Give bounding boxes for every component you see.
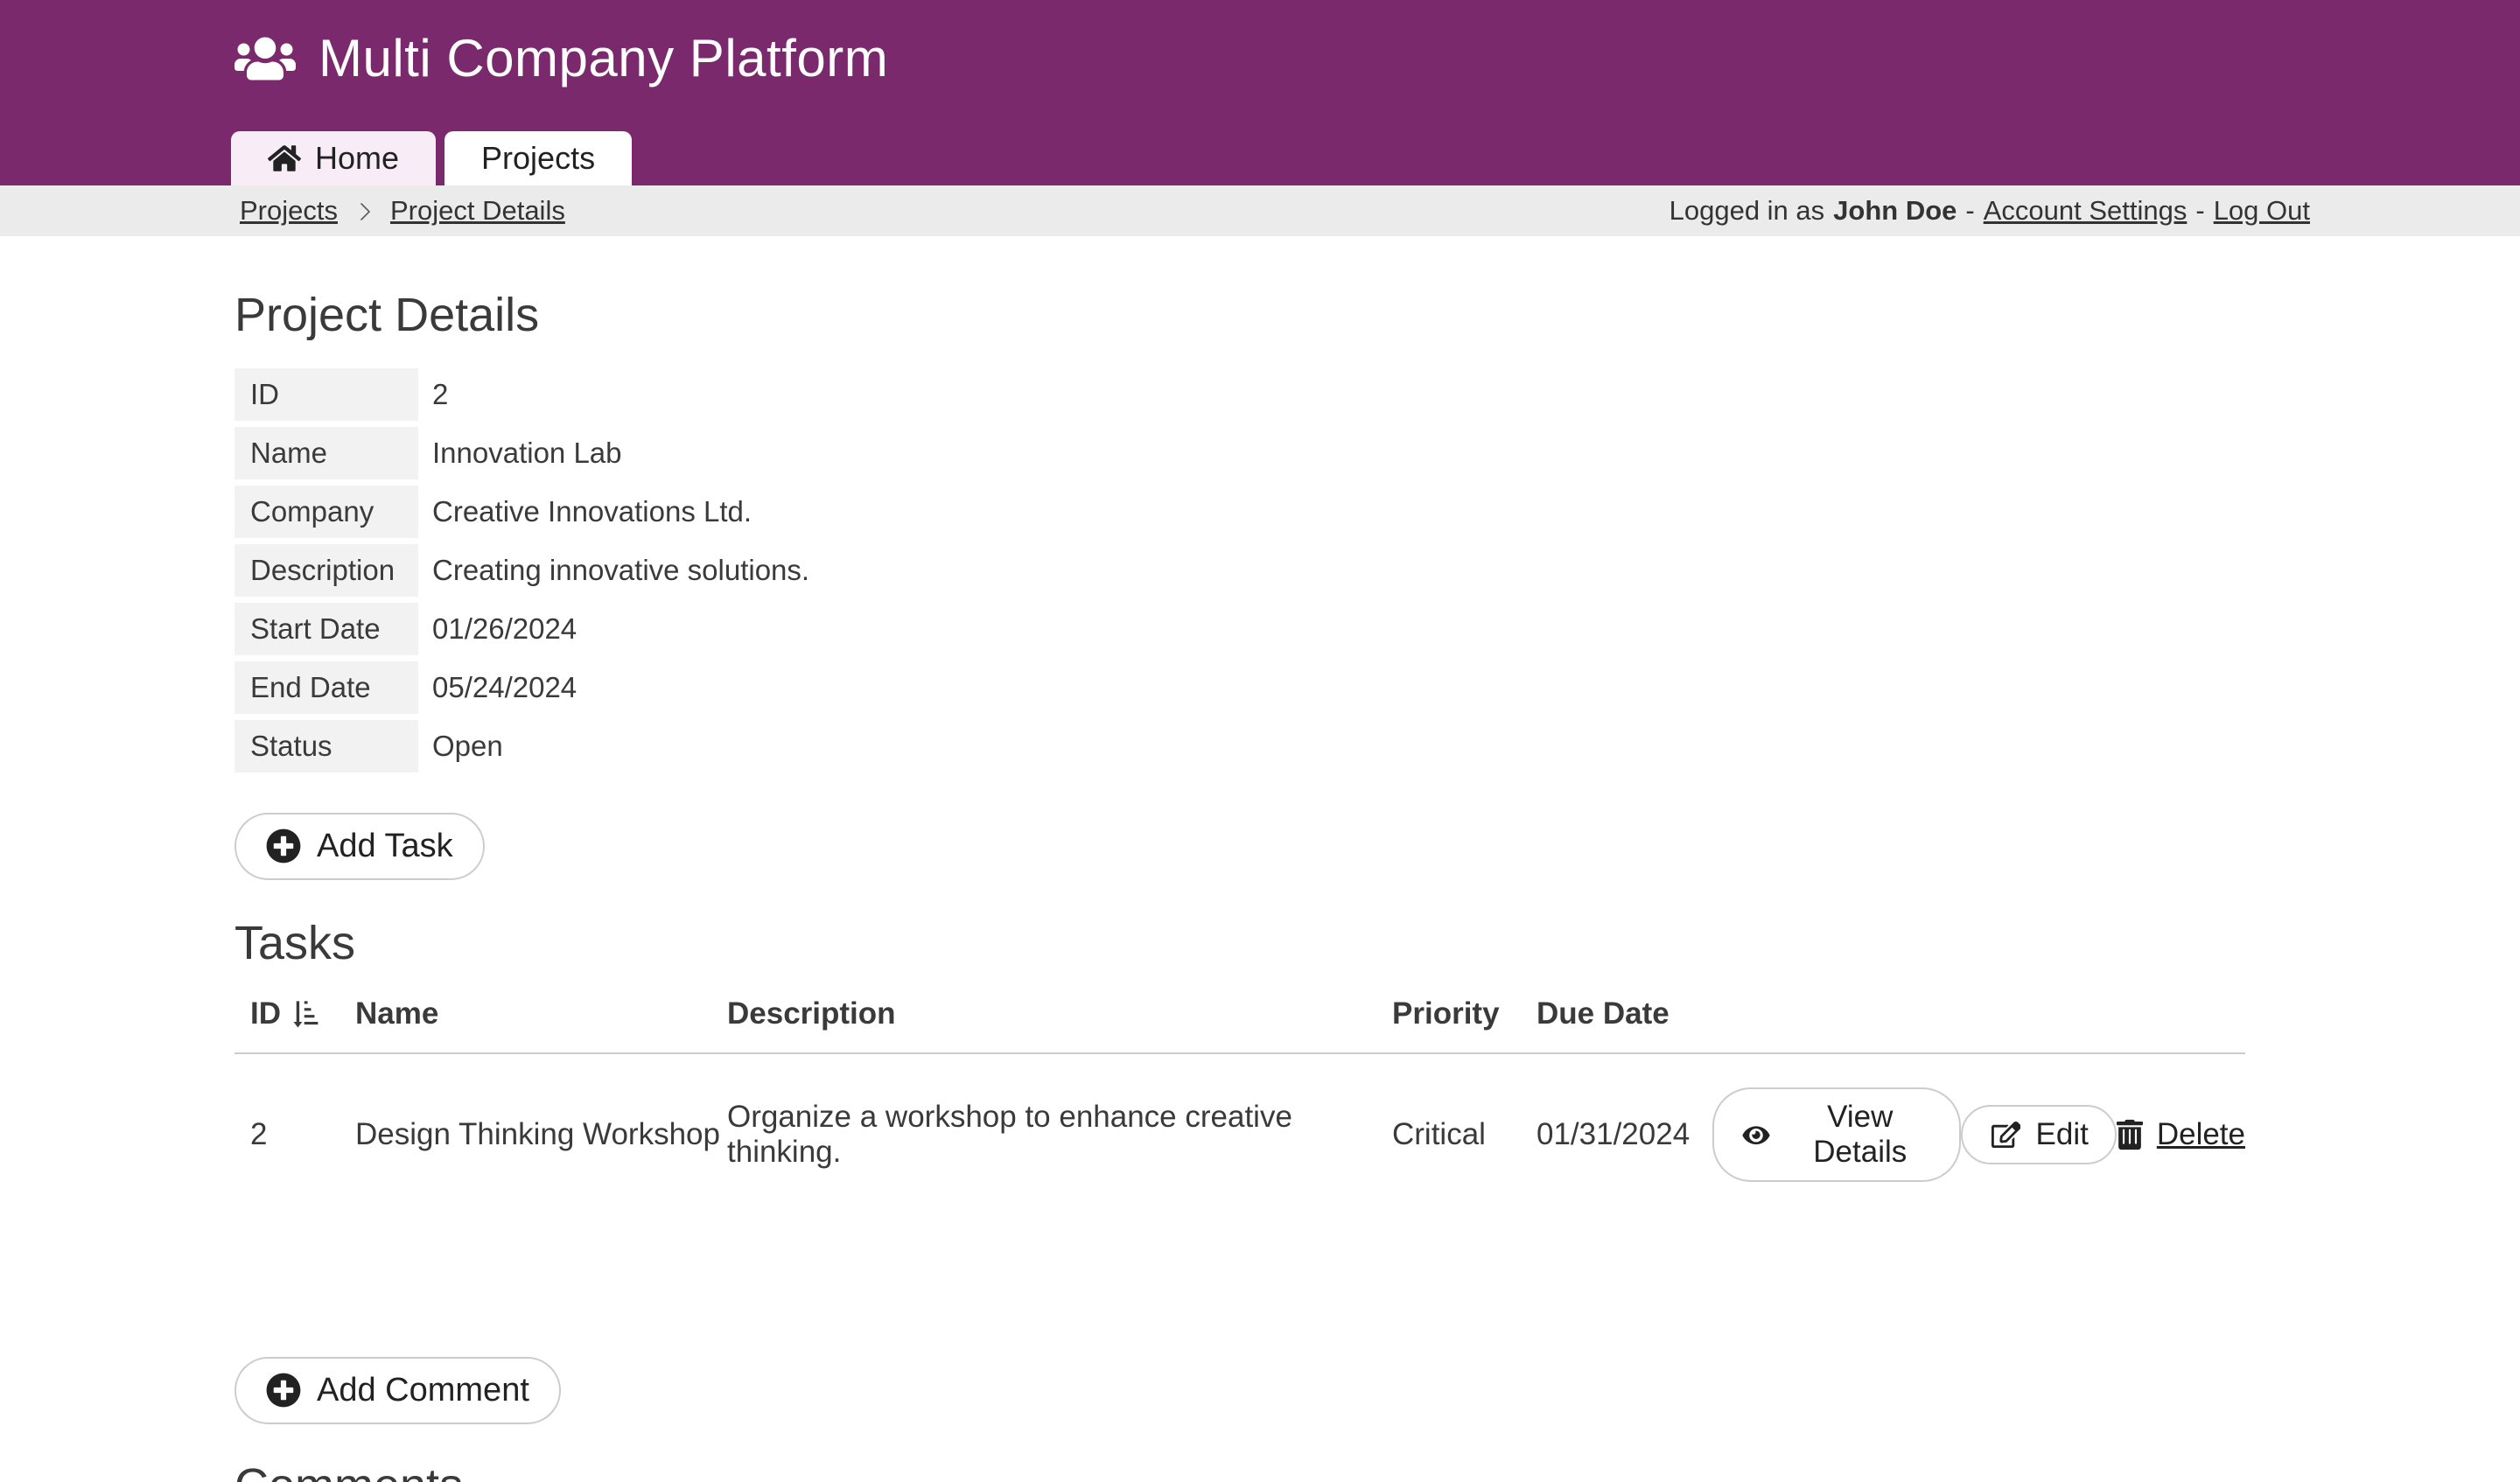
username: John Doe: [1833, 195, 1956, 227]
chevron-right-icon: [357, 199, 371, 222]
detail-value: Creative Innovations Ltd.: [418, 495, 752, 528]
tasks-table: ID Name Description Priority Due Date 2 …: [234, 984, 2245, 1219]
tab-projects-label: Projects: [481, 140, 595, 177]
task-description: Organize a workshop to enhance creative …: [727, 1100, 1392, 1170]
edit-icon: [1989, 1122, 2020, 1148]
detail-row-description: Description Creating innovative solution…: [234, 544, 2520, 597]
logged-in-prefix: Logged in as: [1670, 195, 1825, 227]
page-title: Project Details: [234, 287, 2520, 344]
main-content: Project Details ID 2 Name Innovation Lab…: [0, 236, 2520, 1482]
tasks-col-description: Description: [727, 996, 1392, 1031]
add-task-label: Add Task: [317, 828, 453, 865]
project-details-table: ID 2 Name Innovation Lab Company Creativ…: [234, 368, 2520, 772]
spacer: [234, 1219, 2520, 1357]
tasks-col-priority: Priority: [1392, 996, 1536, 1031]
detail-label: Start Date: [234, 603, 418, 655]
breadcrumb-link-projects[interactable]: Projects: [240, 195, 338, 227]
detail-label: Description: [234, 544, 418, 597]
delete-link[interactable]: Delete: [2117, 1117, 2245, 1152]
detail-value: Innovation Lab: [418, 437, 622, 470]
main-tabs: Home Projects: [231, 131, 632, 185]
delete-label: Delete: [2157, 1117, 2245, 1152]
users-icon: [234, 34, 296, 83]
add-comment-button[interactable]: Add Comment: [234, 1357, 561, 1424]
detail-value: 05/24/2024: [418, 671, 577, 704]
detail-label: Status: [234, 720, 418, 772]
detail-row-name: Name Innovation Lab: [234, 427, 2520, 479]
app-title-row: Multi Company Platform: [0, 0, 2520, 88]
app-title: Multi Company Platform: [318, 28, 888, 88]
sort-icon[interactable]: [291, 998, 321, 1030]
detail-label: Name: [234, 427, 418, 479]
edit-button[interactable]: Edit: [1961, 1105, 2117, 1164]
tasks-col-id: ID: [234, 996, 355, 1031]
breadcrumb: Projects Project Details: [240, 195, 565, 227]
breadcrumb-bar: Projects Project Details Logged in as Jo…: [0, 185, 2520, 236]
plus-circle-icon: [266, 828, 301, 863]
breadcrumb-link-project-details[interactable]: Project Details: [390, 195, 565, 227]
task-due-date: 01/31/2024: [1536, 1117, 1690, 1152]
tasks-heading: Tasks: [234, 915, 2520, 972]
view-details-label: View Details: [1788, 1100, 1933, 1170]
home-icon: [268, 143, 301, 173]
detail-row-status: Status Open: [234, 720, 2520, 772]
detail-row-id: ID 2: [234, 368, 2520, 421]
log-out-link[interactable]: Log Out: [2214, 195, 2310, 227]
detail-value: 2: [418, 378, 448, 411]
add-task-button[interactable]: Add Task: [234, 813, 485, 880]
detail-value: Creating innovative solutions.: [418, 554, 809, 587]
account-settings-link[interactable]: Account Settings: [1984, 195, 2188, 227]
tasks-col-name: Name: [355, 996, 727, 1031]
edit-label: Edit: [2036, 1117, 2089, 1152]
detail-row-start-date: Start Date 01/26/2024: [234, 603, 2520, 655]
eye-icon: [1740, 1122, 1772, 1148]
detail-row-company: Company Creative Innovations Ltd.: [234, 486, 2520, 538]
tasks-col-due-date: Due Date: [1536, 996, 1690, 1031]
userbar: Logged in as John Doe - Account Settings…: [1670, 195, 2310, 227]
task-actions: View Details Edit Delete: [1690, 1087, 2245, 1182]
detail-label: End Date: [234, 661, 418, 714]
task-row: 2 Design Thinking Workshop Organize a wo…: [234, 1054, 2245, 1219]
plus-circle-icon: [266, 1373, 301, 1408]
tab-home-label: Home: [315, 140, 399, 177]
detail-row-end-date: End Date 05/24/2024: [234, 661, 2520, 714]
detail-value: 01/26/2024: [418, 612, 577, 646]
userbar-separator: -: [2195, 195, 2204, 227]
task-name: Design Thinking Workshop: [355, 1117, 727, 1152]
detail-label: Company: [234, 486, 418, 538]
userbar-separator: -: [1965, 195, 1974, 227]
detail-value: Open: [418, 730, 503, 763]
task-priority: Critical: [1392, 1117, 1536, 1152]
comments-heading: Comments: [234, 1458, 2520, 1482]
detail-label: ID: [234, 368, 418, 421]
view-details-button[interactable]: View Details: [1712, 1087, 1961, 1182]
app-header: Multi Company Platform Home Projects: [0, 0, 2520, 185]
trash-icon: [2117, 1119, 2143, 1150]
tasks-table-header: ID Name Description Priority Due Date: [234, 984, 2245, 1054]
add-comment-label: Add Comment: [317, 1372, 529, 1409]
tab-home[interactable]: Home: [231, 131, 436, 185]
tab-projects[interactable]: Projects: [444, 131, 632, 185]
task-id: 2: [234, 1117, 355, 1152]
